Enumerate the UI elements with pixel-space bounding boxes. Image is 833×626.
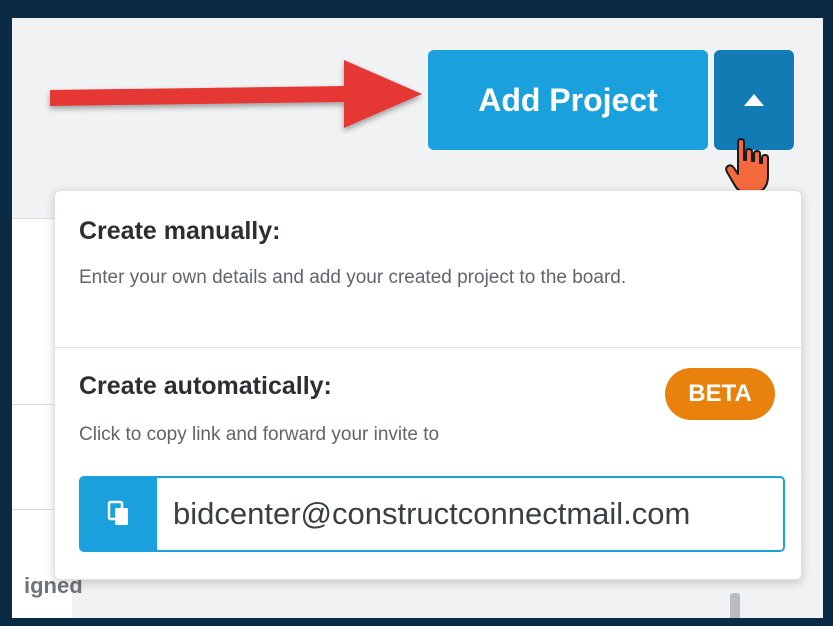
create-automatically-title: Create automatically: bbox=[79, 372, 332, 400]
annotation-arrow-icon bbox=[50, 60, 422, 128]
copy-link-button[interactable] bbox=[81, 478, 157, 550]
add-project-dropdown-menu: Create manually: Enter your own details … bbox=[54, 190, 802, 580]
caret-up-icon bbox=[744, 94, 764, 106]
add-project-dropdown-toggle[interactable] bbox=[714, 50, 794, 150]
create-manually-description: Enter your own details and add your crea… bbox=[79, 267, 627, 288]
beta-badge: BETA bbox=[665, 368, 775, 420]
create-automatically-option: Create automatically: BETA Click to copy… bbox=[55, 348, 801, 580]
create-automatically-description: Click to copy link and forward your invi… bbox=[79, 424, 440, 445]
invite-email-field bbox=[79, 476, 785, 552]
create-manually-option[interactable]: Create manually: Enter your own details … bbox=[55, 191, 801, 348]
create-manually-title: Create manually: bbox=[79, 217, 281, 245]
add-project-button[interactable]: Add Project bbox=[428, 50, 708, 150]
copy-icon bbox=[107, 500, 128, 525]
scrollbar-thumb[interactable] bbox=[730, 593, 740, 618]
hand-pointer-cursor-icon bbox=[725, 138, 769, 194]
invite-email-input[interactable] bbox=[157, 478, 783, 550]
